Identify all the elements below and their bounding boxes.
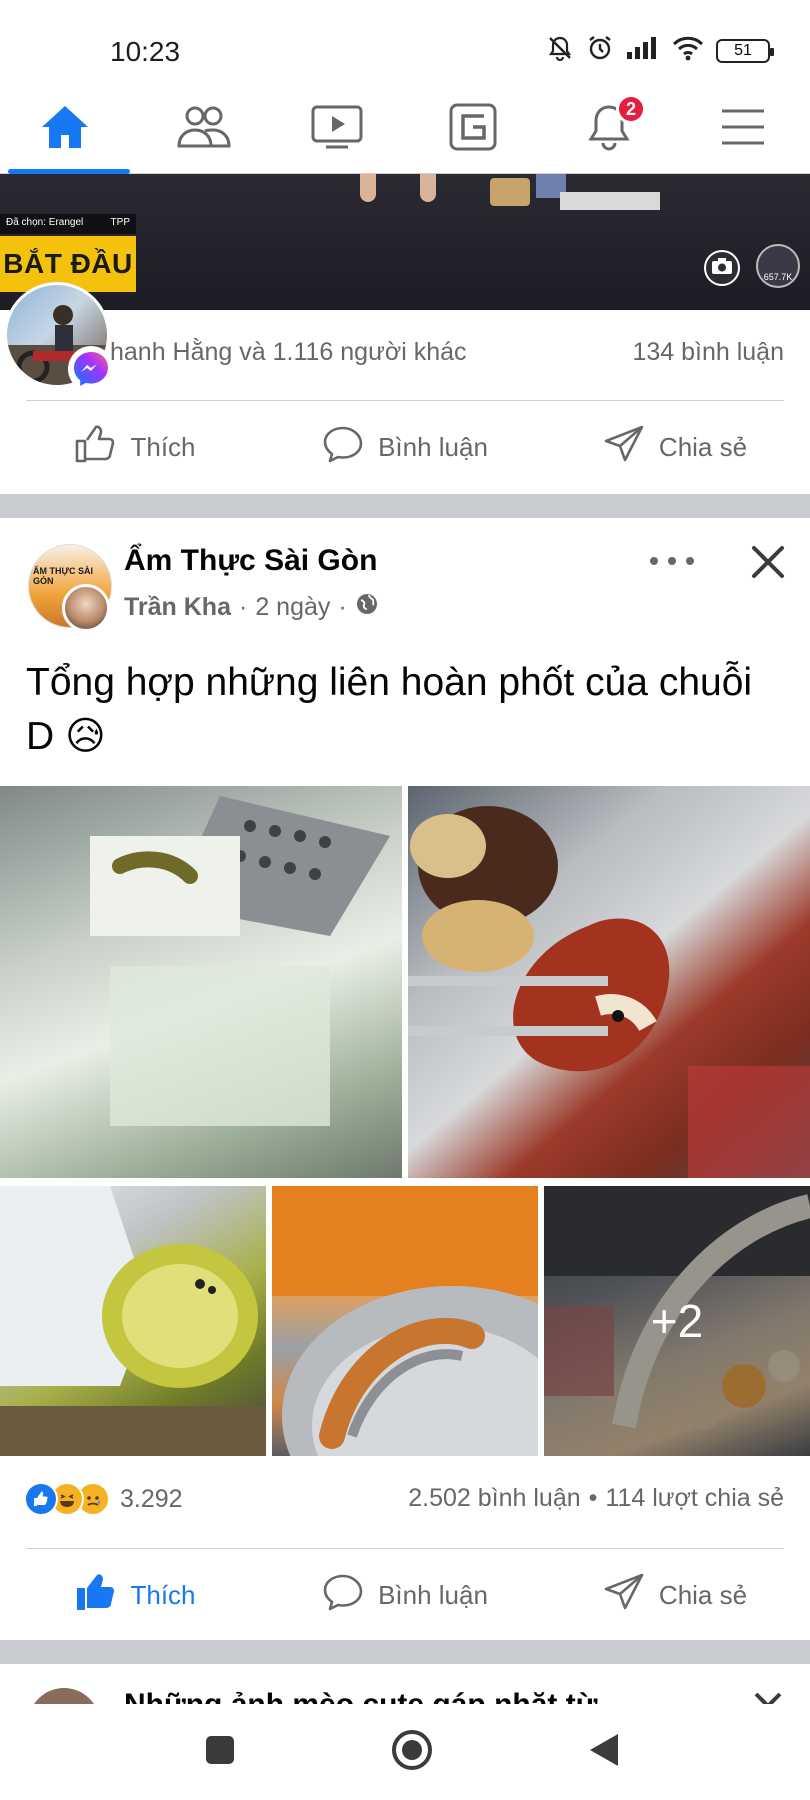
comment-button[interactable]: Bình luận <box>270 402 540 492</box>
messenger-icon[interactable] <box>68 346 114 392</box>
status-time: 10:23 <box>110 36 181 67</box>
camera-icon <box>711 257 733 280</box>
more-photos-count: +2 <box>650 1295 704 1347</box>
back-icon <box>588 1733 620 1772</box>
game-map-tag: Đã chọn: Erangel TPP <box>0 214 136 234</box>
post-time[interactable]: 2 ngày <box>255 593 330 622</box>
like-filled-icon <box>74 1572 116 1619</box>
like-reaction-icon <box>24 1482 58 1516</box>
post-text: Tổng hợp những liên hoàn phốt của chuỗi … <box>26 661 753 758</box>
like-button[interactable]: Thích <box>0 402 270 492</box>
more-options-button[interactable] <box>650 546 694 576</box>
close-icon <box>746 546 790 588</box>
next-post-close-button[interactable] <box>752 1690 784 1704</box>
reactions-summary[interactable]: 3.292 <box>24 1482 183 1516</box>
comment-icon <box>322 424 364 471</box>
like-outline-icon <box>74 424 116 471</box>
tab-notifications[interactable]: 2 <box>544 84 674 174</box>
post-photo-5[interactable]: +2 <box>544 1186 810 1456</box>
reaction-count: 3.292 <box>120 1484 183 1513</box>
previous-post-actions: Thích Bình luận Chia sẻ <box>0 402 810 492</box>
share-label: Chia sẻ <box>658 431 748 462</box>
share-label: Chia sẻ <box>658 1579 748 1610</box>
page-name[interactable]: Ẩm Thực Sài Gòn <box>124 544 377 578</box>
signal-icon <box>626 36 660 65</box>
comment-label: Bình luận <box>378 431 488 462</box>
home-icon <box>39 103 91 156</box>
hide-post-button[interactable] <box>746 540 790 584</box>
comment-label: Bình luận <box>378 1579 488 1610</box>
post-photo-1[interactable] <box>0 786 402 1178</box>
meta-dot: · <box>238 593 248 621</box>
comment-icon <box>322 1572 364 1619</box>
game-view-label: TPP <box>110 217 130 228</box>
feed-separator <box>0 1640 810 1664</box>
viewer-count-badge: 657.7K <box>756 244 800 288</box>
author-avatar[interactable] <box>62 584 110 632</box>
comment-button[interactable]: Bình luận <box>270 1550 540 1640</box>
post-photo-2[interactable] <box>408 786 810 1178</box>
like-label: Thích <box>130 1579 196 1610</box>
like-label: Thích <box>130 431 196 462</box>
previous-post-stats: hanh Hằng và 1.116 người khác 134 bình l… <box>110 338 784 367</box>
post-actions: Thích Bình luận Chia sẻ <box>0 1550 810 1640</box>
tab-menu[interactable] <box>678 84 808 174</box>
dot <box>650 557 658 565</box>
friends-icon <box>175 104 231 155</box>
more-photos-overlay[interactable]: +2 <box>544 1186 810 1456</box>
shares-count[interactable]: 114 lượt chia sẻ <box>605 1484 784 1513</box>
dot <box>686 557 694 565</box>
game-map-label: Đã chọn: Erangel <box>6 217 84 228</box>
battery-indicator: 51 <box>716 38 774 63</box>
feed-separator <box>0 494 810 518</box>
wifi-icon <box>672 35 704 66</box>
previous-post-likes[interactable]: hanh Hằng và 1.116 người khác <box>110 338 467 367</box>
tab-gaming[interactable] <box>408 84 538 174</box>
alarm-icon <box>586 34 614 67</box>
previous-post-comments-count[interactable]: 134 bình luận <box>632 338 784 367</box>
camera-button[interactable] <box>704 250 740 286</box>
mute-icon <box>546 34 574 67</box>
like-button[interactable]: Thích <box>0 1550 270 1640</box>
post-photo-3[interactable] <box>0 1186 266 1456</box>
recents-button[interactable] <box>204 1734 236 1771</box>
tab-friends[interactable] <box>138 84 268 174</box>
share-button[interactable]: Chia sẻ <box>540 1550 810 1640</box>
post-photo-4[interactable] <box>272 1186 538 1456</box>
viewer-count: 657.7K <box>763 272 793 282</box>
meta-dot: · <box>338 593 347 621</box>
counts-separator: • <box>588 1484 598 1512</box>
notification-badge: 2 <box>616 94 646 124</box>
home-circle-icon <box>391 1729 433 1775</box>
watch-icon <box>310 104 364 155</box>
top-navigation: 2 <box>0 84 810 174</box>
post-meta: Trần Kha · 2 ngày · <box>124 592 379 623</box>
globe-icon <box>355 592 379 623</box>
status-bar: 10:23 51 <box>0 0 810 84</box>
post-counts: 2.502 bình luận • 114 lượt chia sẻ <box>408 1484 784 1513</box>
next-post-title[interactable]: Những ảnh mèo cute gáp nhặt từ... <box>124 1688 684 1704</box>
divider <box>26 1548 784 1549</box>
menu-icon <box>720 107 766 152</box>
dot <box>668 557 676 565</box>
comments-count[interactable]: 2.502 bình luận <box>408 1484 580 1513</box>
video-objects <box>490 174 670 214</box>
previous-post-video[interactable]: Đã chọn: Erangel TPP BẮT ĐẦU 657.7K <box>0 174 810 310</box>
tab-home[interactable] <box>0 84 130 174</box>
share-icon <box>603 424 645 471</box>
share-icon <box>603 1572 645 1619</box>
divider <box>26 400 784 401</box>
home-system-button[interactable] <box>391 1729 433 1776</box>
tab-watch[interactable] <box>272 84 402 174</box>
video-figure <box>360 174 440 204</box>
back-button[interactable] <box>588 1732 620 1773</box>
status-icons: 51 <box>546 34 774 67</box>
recents-icon <box>204 1735 236 1770</box>
post-author[interactable]: Trần Kha <box>124 593 231 622</box>
share-button[interactable]: Chia sẻ <box>540 402 810 492</box>
gaming-icon <box>448 102 498 157</box>
system-navigation-bar <box>0 1704 810 1800</box>
